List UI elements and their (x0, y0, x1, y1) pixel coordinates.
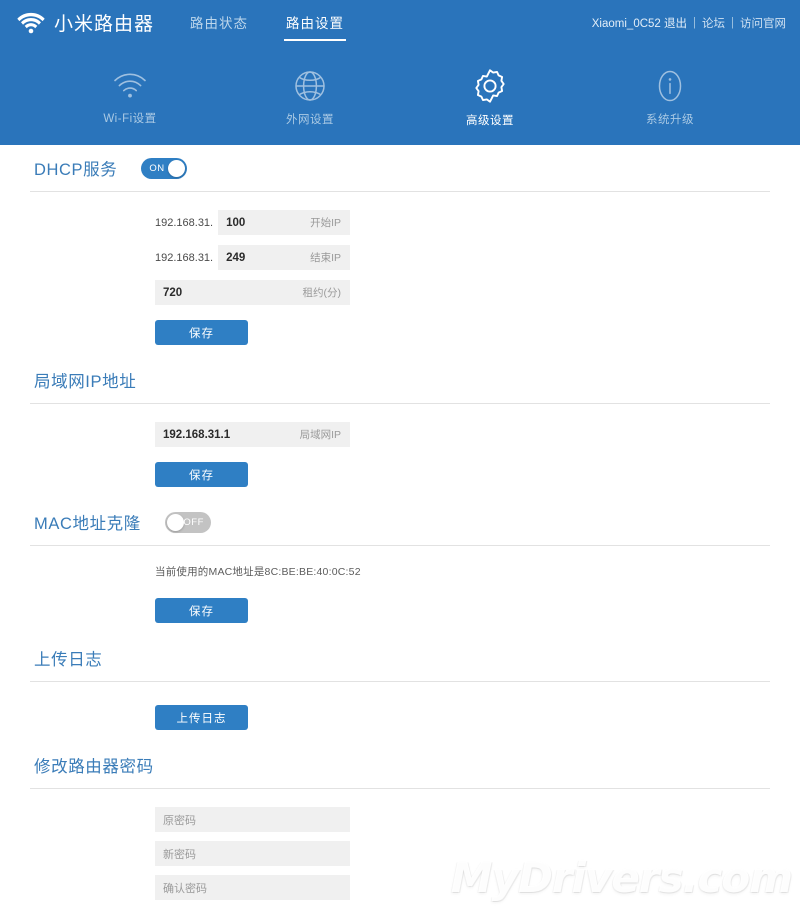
nav-item-router-status[interactable]: 路由状态 (188, 0, 250, 45)
dhcp-start-ip-input[interactable]: 100 开始IP (218, 210, 350, 235)
lan-ip-label: 局域网IP (299, 429, 341, 441)
header-account-area: Xiaomi_0C52 退出 | 论坛 | 访问官网 (592, 15, 786, 31)
section-head-mac-clone: MAC地址克隆 OFF (30, 499, 770, 545)
new-password-input[interactable]: 新密码 (155, 841, 350, 866)
lan-ip-input[interactable]: 192.168.31.1 局域网IP (155, 422, 350, 447)
tab-advanced-settings[interactable]: 高级设置 (400, 45, 580, 145)
confirm-password-input[interactable]: 确认密码 (155, 875, 350, 900)
dhcp-lease-time-input[interactable]: 720 租约(分) (155, 280, 350, 305)
dhcp-toggle-label: ON (149, 162, 165, 174)
section-title-dhcp: DHCP服务 (34, 161, 118, 179)
section-upload-log: 上传日志 上传日志 (30, 635, 770, 742)
field-lan-ip[interactable]: 192.168.31.1 局域网IP (155, 422, 350, 447)
tab-wifi-settings[interactable]: Wi-Fi设置 (40, 45, 220, 145)
account-logout-link[interactable]: Xiaomi_0C52 退出 (592, 15, 687, 31)
tab-wan-settings[interactable]: 外网设置 (220, 45, 400, 145)
tab-system-upgrade[interactable]: 系统升级 (580, 45, 760, 145)
lan-ip-value: 192.168.31.1 (163, 428, 231, 441)
section-body-lan-ip: 192.168.31.1 局域网IP 保存 (30, 404, 770, 499)
top-header: 小米路由器 路由状态 路由设置 Xiaomi_0C52 退出 | 论坛 | 访问… (0, 0, 800, 145)
tab-label-advanced-settings: 高级设置 (466, 114, 514, 127)
info-icon (652, 68, 688, 104)
separator-2: | (731, 16, 734, 29)
tab-label-wan-settings: 外网设置 (286, 113, 334, 126)
brand-title: 小米路由器 (54, 14, 155, 35)
section-head-upload-log: 上传日志 (30, 635, 770, 681)
section-body-upload-log: 上传日志 (30, 682, 770, 742)
section-head-lan-ip: 局域网IP地址 (30, 357, 770, 403)
official-site-link[interactable]: 访问官网 (740, 15, 786, 31)
section-title-mac-clone: MAC地址克隆 (34, 515, 141, 533)
section-lan-ip: 局域网IP地址 192.168.31.1 局域网IP 保存 (30, 357, 770, 499)
dhcp-start-ip-label: 开始IP (310, 217, 341, 229)
mac-clone-current-address-note: 当前使用的MAC地址是8C:BE:BE:40:0C:52 (155, 566, 361, 578)
lan-ip-save-button[interactable]: 保存 (155, 462, 248, 487)
section-title-change-password: 修改路由器密码 (34, 758, 154, 776)
section-body-change-password: 原密码 新密码 确认密码 保存 (30, 789, 770, 910)
icon-tab-bar: Wi-Fi设置 外网设置 高级设置 系统升级 (0, 45, 800, 145)
mac-clone-save-button[interactable]: 保存 (155, 598, 248, 623)
section-dhcp: DHCP服务 ON 192.168.31. 100 开始IP 192.168.3… (30, 145, 770, 357)
tab-label-system-upgrade: 系统升级 (646, 113, 694, 126)
wifi-icon (111, 69, 149, 103)
dhcp-end-ip-value: 249 (226, 251, 246, 264)
dhcp-end-ip-label: 结束IP (310, 252, 341, 264)
globe-icon (292, 68, 328, 104)
dhcp-end-ip-prefix: 192.168.31. (155, 251, 214, 264)
section-mac-clone: MAC地址克隆 OFF 当前使用的MAC地址是8C:BE:BE:40:0C:52… (30, 499, 770, 635)
field-new-password[interactable]: 新密码 (155, 841, 350, 866)
gear-icon (471, 67, 509, 105)
field-old-password[interactable]: 原密码 (155, 807, 350, 832)
dhcp-toggle[interactable]: ON (141, 157, 188, 179)
new-password-placeholder: 新密码 (163, 848, 196, 861)
settings-content: DHCP服务 ON 192.168.31. 100 开始IP 192.168.3… (0, 145, 800, 910)
forum-link[interactable]: 论坛 (702, 15, 725, 31)
section-head-change-password: 修改路由器密码 (30, 742, 770, 788)
confirm-password-placeholder: 确认密码 (163, 882, 207, 895)
dhcp-toggle-knob (168, 159, 186, 177)
section-head-dhcp: DHCP服务 ON (30, 145, 770, 191)
old-password-placeholder: 原密码 (163, 814, 196, 827)
field-dhcp-lease-time[interactable]: 720 租约(分) (155, 280, 350, 305)
dhcp-save-button[interactable]: 保存 (155, 320, 248, 345)
nav-item-router-settings[interactable]: 路由设置 (284, 0, 347, 45)
dhcp-end-ip-input[interactable]: 249 结束IP (218, 245, 350, 270)
dhcp-start-ip-prefix: 192.168.31. (155, 216, 214, 229)
mac-clone-toggle-label: OFF (183, 516, 204, 528)
brand-logo[interactable]: 小米路由器 (16, 9, 154, 36)
section-body-dhcp: 192.168.31. 100 开始IP 192.168.31. 249 结束I… (30, 192, 770, 357)
section-change-password: 修改路由器密码 原密码 新密码 确认密码 (30, 742, 770, 910)
field-dhcp-start-ip[interactable]: 192.168.31. 100 开始IP (155, 210, 350, 235)
main-nav: 路由状态 路由设置 (188, 0, 347, 45)
upload-log-button[interactable]: 上传日志 (155, 705, 248, 730)
section-title-lan-ip: 局域网IP地址 (34, 373, 137, 391)
section-title-upload-log: 上传日志 (34, 651, 103, 669)
field-confirm-password[interactable]: 确认密码 (155, 875, 350, 900)
header-bar: 小米路由器 路由状态 路由设置 Xiaomi_0C52 退出 | 论坛 | 访问… (0, 0, 800, 45)
wifi-icon (16, 11, 46, 35)
tab-label-wifi-settings: Wi-Fi设置 (103, 112, 157, 125)
dhcp-start-ip-value: 100 (226, 216, 246, 229)
mac-clone-toggle[interactable]: OFF (164, 511, 211, 533)
section-body-mac-clone: 当前使用的MAC地址是8C:BE:BE:40:0C:52 保存 (30, 546, 770, 635)
mac-clone-toggle-knob (166, 513, 184, 531)
field-dhcp-end-ip[interactable]: 192.168.31. 249 结束IP (155, 245, 350, 270)
separator-1: | (693, 16, 696, 29)
dhcp-lease-time-label: 租约(分) (302, 287, 342, 299)
old-password-input[interactable]: 原密码 (155, 807, 350, 832)
router-admin-page: 小米路由器 路由状态 路由设置 Xiaomi_0C52 退出 | 论坛 | 访问… (0, 0, 800, 910)
dhcp-lease-time-value: 720 (163, 286, 183, 299)
